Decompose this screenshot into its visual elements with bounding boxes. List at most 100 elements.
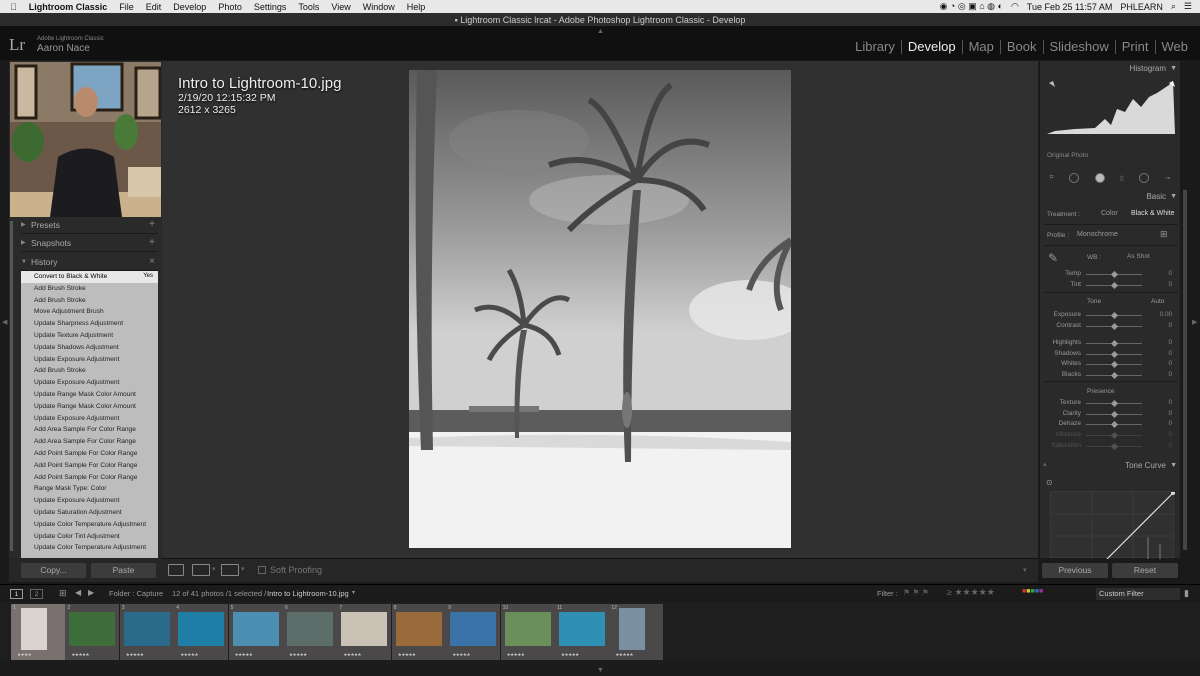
module-book[interactable]: Book [1001,40,1044,54]
menu-view[interactable]: View [331,2,350,12]
treatment-color[interactable]: Color [1101,210,1118,217]
paste-settings-button[interactable]: Paste [91,563,156,578]
slider-value[interactable]: 0 [1152,270,1172,277]
chevron-down-icon[interactable]: ▾ [212,565,216,573]
tone-curve-header[interactable]: Tone Curve ▼ [1040,458,1180,474]
loupe-view-icon[interactable] [168,564,184,576]
history-header[interactable]: ▼ History × [21,253,158,271]
color-label-filter-icons[interactable]: ■■■■■ [1022,588,1043,595]
menu-develop[interactable]: Develop [173,2,206,12]
menu-window[interactable]: Window [363,2,395,12]
previous-button[interactable]: Previous [1042,563,1108,578]
menu-photo[interactable]: Photo [218,2,242,12]
reset-button[interactable]: Reset [1112,563,1178,578]
custom-filter-select[interactable]: Custom Filter [1096,588,1180,600]
filmstrip-source[interactable]: Folder : Capture [109,589,163,598]
slider-value[interactable]: 0 [1152,442,1172,449]
before-after-swap-icon[interactable] [221,564,239,576]
grid-icon[interactable]: ⊞ [59,588,67,599]
history-item[interactable]: Add Brush Stroke [21,295,158,307]
filmstrip-thumb[interactable]: 1 ★★★★ [11,604,65,660]
list-icon[interactable]: ☰ [1184,1,1192,12]
main-photo[interactable] [409,70,791,548]
left-panel-toggle-icon[interactable]: ◀ [2,318,7,326]
profile-browser-icon[interactable]: ⊞ [1160,229,1168,240]
filmstrip-thumb[interactable]: 5 ★★★★★ [228,604,283,660]
history-item[interactable]: Update Shadows Adjustment [21,342,158,354]
history-item[interactable]: Add Area Sample For Color Range [21,424,158,436]
crop-icon[interactable]: ⌗ [1050,174,1054,182]
history-item[interactable]: Move Adjustment Brush [21,306,158,318]
left-scrollbar[interactable] [10,221,13,551]
module-map[interactable]: Map [963,40,1001,54]
module-develop[interactable]: Develop [902,40,963,54]
filmstrip-thumb[interactable]: 10 ★★★★★ [500,604,555,660]
clock[interactable]: Tue Feb 25 11:57 AM [1027,2,1113,12]
slider-value[interactable]: 0 [1152,360,1172,367]
filmstrip-thumb[interactable]: 8 ★★★★★ [391,604,446,660]
add-preset-icon[interactable]: + [149,219,155,230]
red-eye-icon[interactable] [1094,173,1105,183]
menu-file[interactable]: File [119,2,134,12]
bottom-panel-toggle-icon[interactable]: ▼ [597,667,604,674]
history-item[interactable]: Add Point Sample For Color Range [21,472,158,484]
right-panel-toggle-icon[interactable]: ▶ [1192,318,1197,326]
filmstrip-thumb[interactable]: 6 ★★★★★ [283,604,337,660]
histogram-header[interactable]: Histogram ▼ [1040,61,1180,77]
target-adjust-icon[interactable]: ⊙ [1046,478,1053,487]
filmstrip-thumb[interactable]: 11 ★★★★★ [555,604,609,660]
primary-window-button[interactable]: 1 [10,589,23,599]
slider-value[interactable]: 0 [1152,281,1172,288]
profile-select[interactable]: Monochrome [1077,231,1118,238]
filmstrip-current[interactable]: Intro to Lightroom-10.jpg [267,589,349,598]
slider-value[interactable]: 0 [1152,350,1172,357]
slider-value[interactable]: 0 [1152,371,1172,378]
wb-eyedropper-icon[interactable]: ✎ [1048,251,1058,265]
menu-settings[interactable]: Settings [254,2,287,12]
filmstrip-thumb[interactable]: 4 ★★★★★ [174,604,229,660]
presets-header[interactable]: ▶ Presets + [21,216,158,234]
spot-removal-icon[interactable] [1068,173,1079,183]
basic-header[interactable]: Basic ▼ [1040,189,1180,205]
history-item[interactable]: Add Brush Stroke [21,283,158,295]
module-library[interactable]: Library [849,40,902,54]
top-panel-toggle-icon[interactable]: ▲ [597,28,604,35]
history-item[interactable]: Update Color Tint Adjustment [21,531,158,543]
history-item[interactable]: Update Saturation Adjustment [21,507,158,519]
chevron-down-icon[interactable]: ▾ [241,565,245,573]
history-item[interactable]: Convert to Black & White Yes [21,271,158,283]
history-item[interactable]: Add Area Sample For Color Range [21,436,158,448]
search-icon[interactable]: ⌕ [1171,1,1176,12]
history-item[interactable]: Add Point Sample For Color Range [21,460,158,472]
auto-tone-button[interactable]: Auto [1151,298,1164,305]
toolbar-menu-icon[interactable]: ▾ [1023,566,1027,574]
module-slideshow[interactable]: Slideshow [1044,40,1116,54]
flag-filter-icons[interactable]: ⚑ ⚑ ⚑ [903,588,929,597]
secondary-window-button[interactable]: 2 [30,589,43,599]
graduated-filter-icon[interactable]: ▯ [1120,174,1124,182]
before-after-icon[interactable] [192,564,210,576]
history-item[interactable]: Update Exposure Adjustment [21,354,158,366]
history-item[interactable]: Update Range Mask Color Amount [21,401,158,413]
checkbox[interactable] [258,566,266,574]
history-item[interactable]: Update Texture Adjustment [21,330,158,342]
slider-value[interactable]: 0.00 [1152,311,1172,318]
soft-proofing-toggle[interactable]: Soft Proofing [258,565,322,575]
history-item[interactable]: Update Range Mask Color Amount [21,389,158,401]
history-item[interactable]: Add Brush Stroke [21,365,158,377]
adjustment-brush-icon[interactable]: ⊸ [1165,174,1170,182]
slider-value[interactable]: 0 [1152,410,1172,417]
module-print[interactable]: Print [1116,40,1156,54]
filmstrip-thumb[interactable]: 9 ★★★★★ [446,604,501,660]
filmstrip-thumb[interactable]: 7 ★★★★★ [337,604,392,660]
history-item[interactable]: Update Color Temperature Adjustment [21,542,158,554]
back-arrow-icon[interactable]: ◀ [75,588,81,597]
right-scrollbar[interactable] [1183,190,1187,550]
slider-value[interactable]: 0 [1152,420,1172,427]
snapshots-header[interactable]: ▶ Snapshots + [21,234,158,252]
radial-filter-icon[interactable] [1139,173,1150,183]
forward-arrow-icon[interactable]: ▶ [88,588,94,597]
wb-select[interactable]: As Shot [1127,253,1150,260]
history-item[interactable]: Update Exposure Adjustment [21,495,158,507]
history-item[interactable]: Update Sharpness Adjustment [21,318,158,330]
